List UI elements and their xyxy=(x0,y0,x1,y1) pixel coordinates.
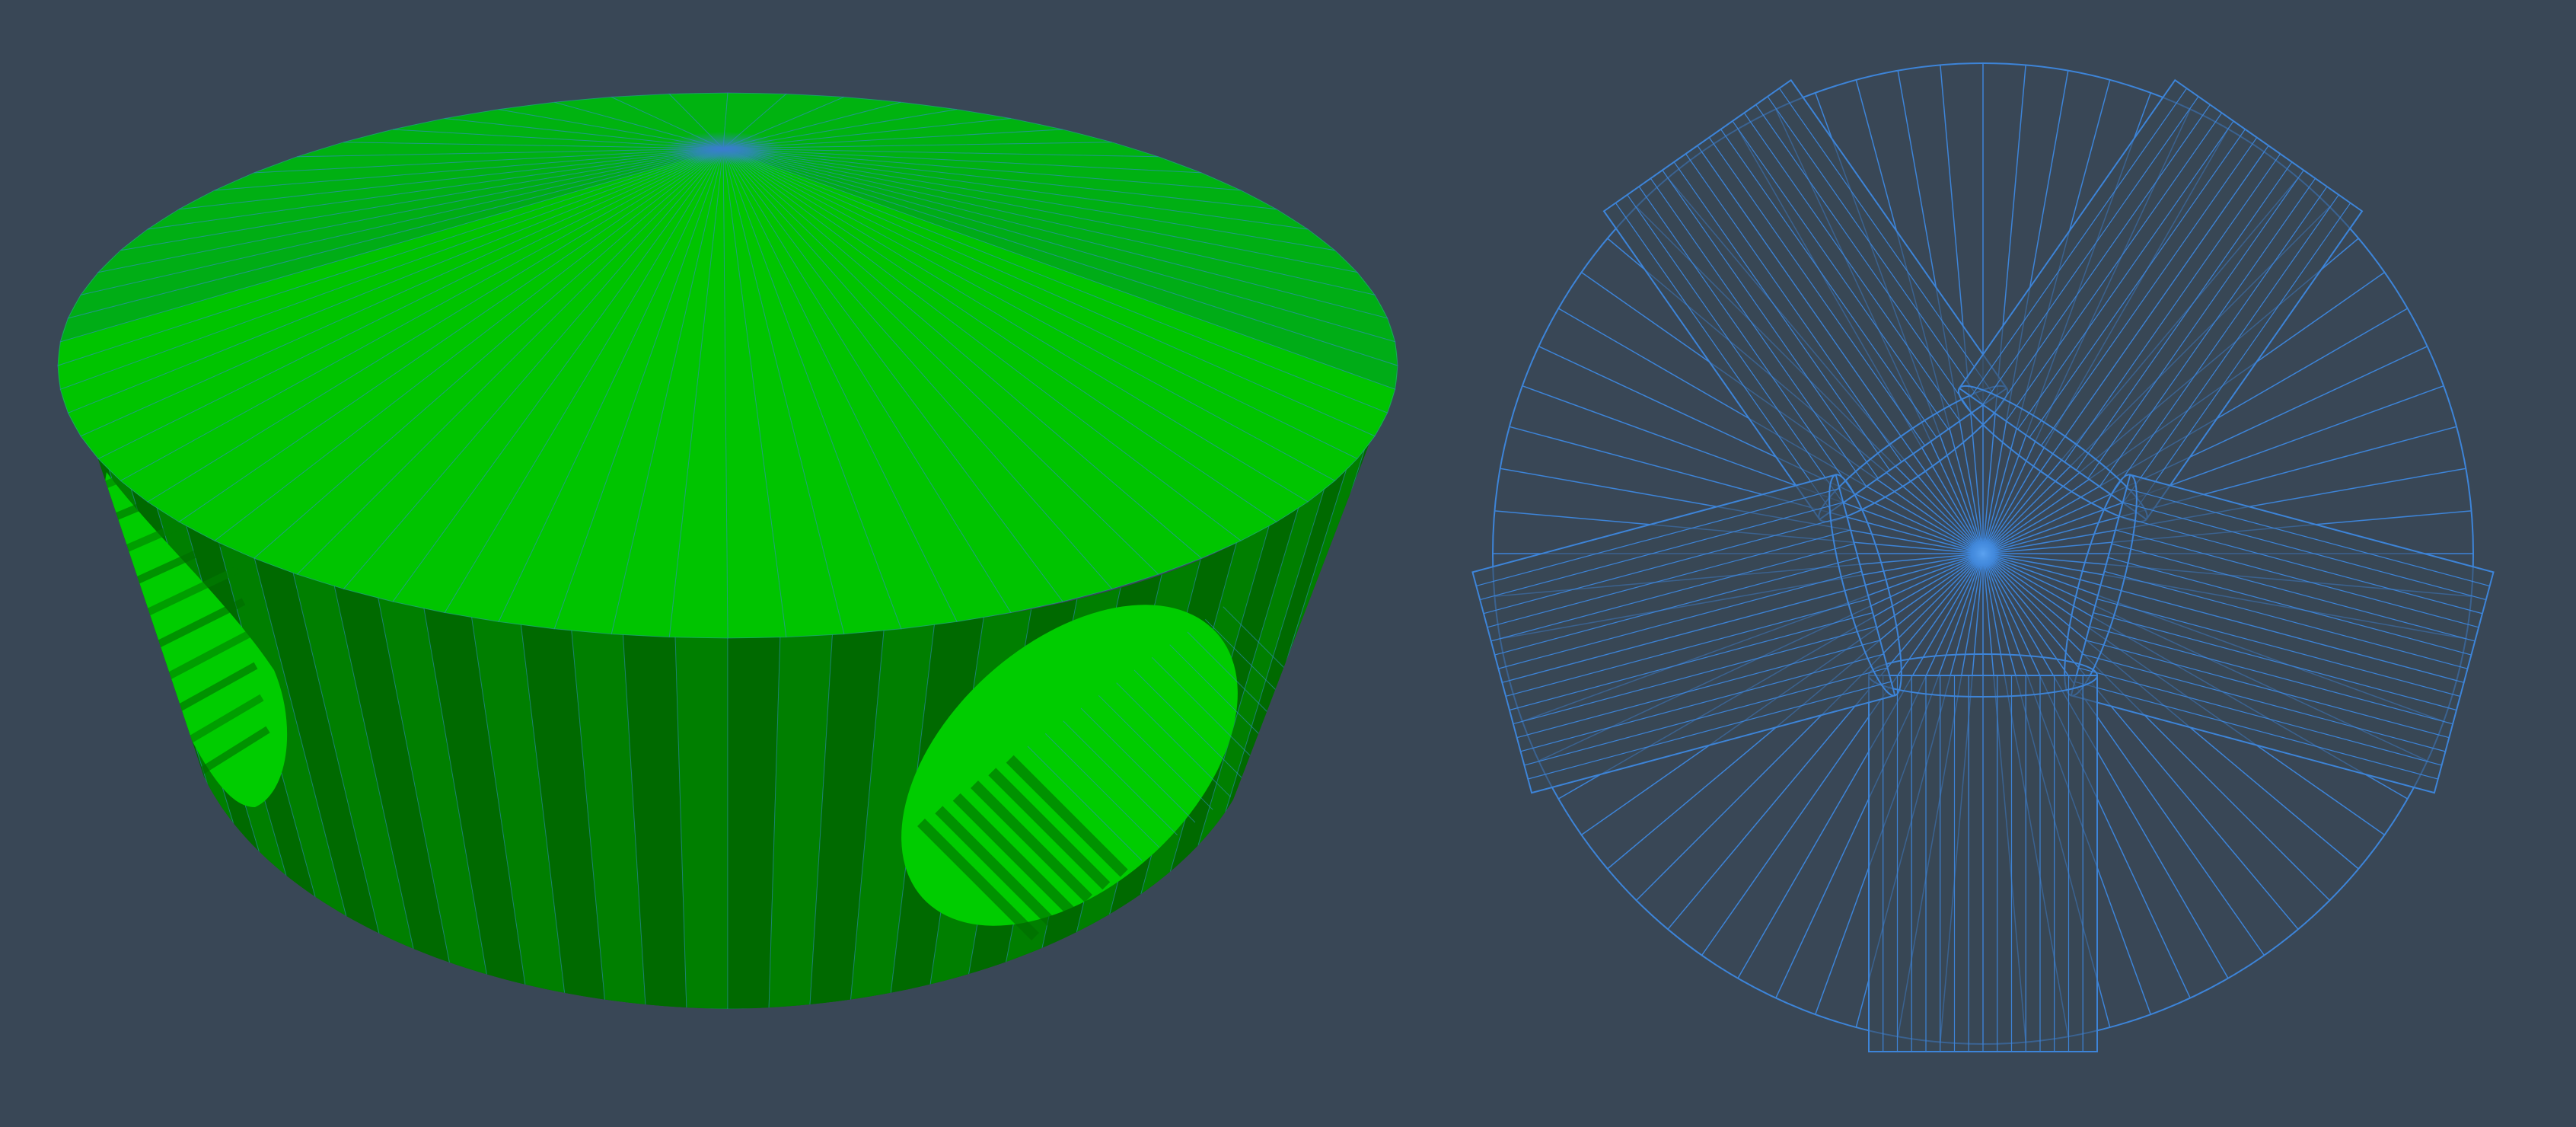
top-face xyxy=(57,92,1398,639)
cad-viewport[interactable] xyxy=(0,0,2576,1127)
top-face-edges xyxy=(57,92,1398,639)
wireframe-center-marker xyxy=(1966,537,2000,570)
wireframe-hole xyxy=(1868,653,2098,1052)
top-center-marker xyxy=(662,132,784,165)
